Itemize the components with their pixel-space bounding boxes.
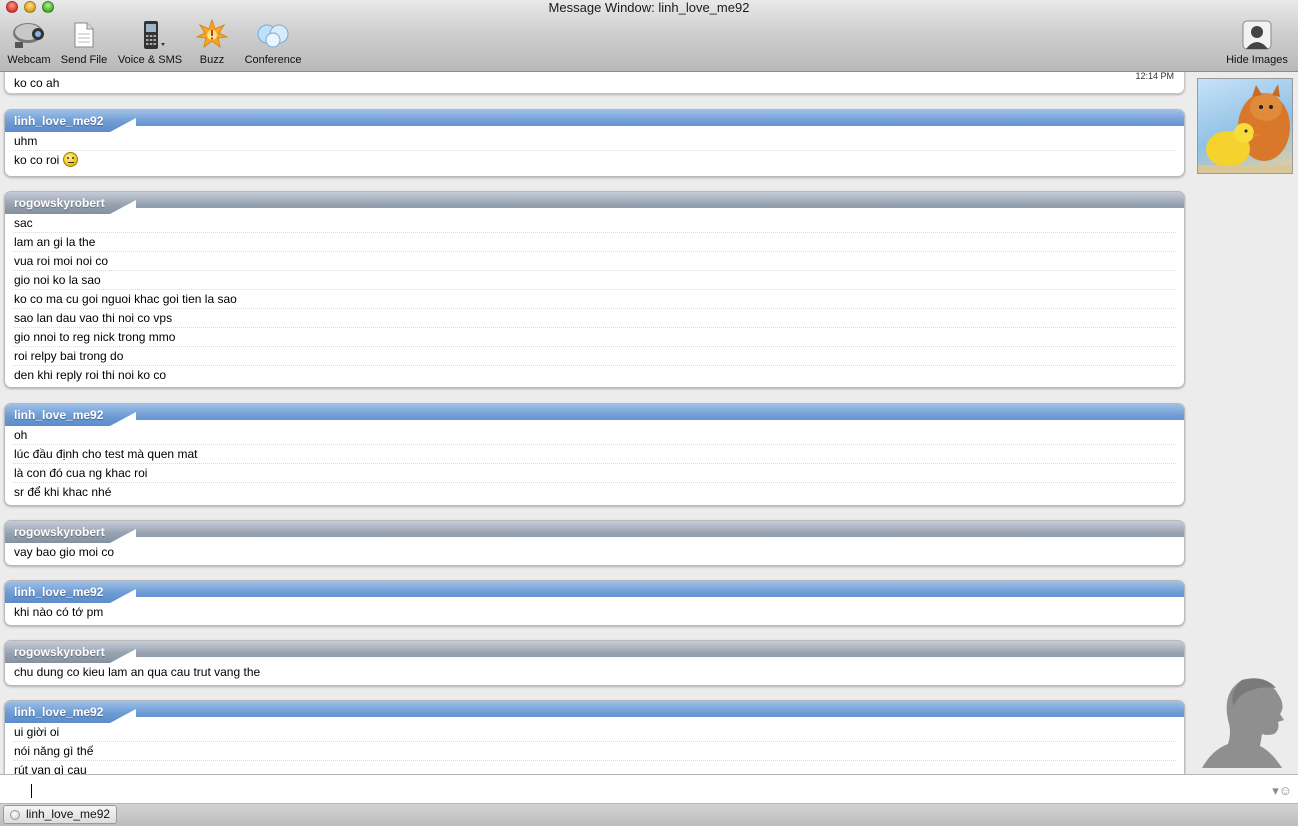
message-block: linh_love_me92 khi nào có tớ pm — [4, 580, 1185, 626]
text-caret — [31, 784, 32, 798]
message-line: sac — [13, 214, 1176, 233]
message-line: ko co ma cu goi nguoi khac goi tien la s… — [13, 290, 1176, 309]
message-block: linh_love_me92 uhm ko co roi — [4, 109, 1185, 177]
my-display-image[interactable] — [1202, 672, 1292, 768]
webcam-button[interactable]: Webcam — [5, 18, 53, 66]
sender-name: linh_love_me92 — [14, 408, 104, 422]
chat-transcript[interactable]: ko co ah 12:14 PM linh_love_me92 uhm ko … — [0, 72, 1192, 774]
message-block: linh_love_me92 oh lúc đầu định cho test … — [4, 403, 1185, 506]
buddy-display-image[interactable] — [1197, 78, 1293, 174]
voice-sms-button[interactable]: Voice & SMS — [116, 18, 184, 66]
status-icon — [10, 810, 20, 820]
message-line: ko co ah — [14, 76, 60, 90]
message-block: linh_love_me92 ui giời oi nói năng gì th… — [4, 700, 1185, 774]
webcam-icon — [5, 18, 53, 52]
send-file-icon — [59, 18, 109, 52]
conversation-tab-bar: linh_love_me92 — [0, 804, 1298, 826]
message-line: vua roi moi noi co — [13, 252, 1176, 271]
message-line: ko co roi — [13, 151, 1176, 170]
message-line: rút van gì cau — [14, 763, 87, 774]
message-line: gio noi ko la sao — [13, 271, 1176, 290]
message-line: roi relpy bai trong do — [13, 347, 1176, 366]
message-line: lam an gi la the — [13, 233, 1176, 252]
sender-name: linh_love_me92 — [14, 585, 104, 599]
sender-name: rogowskyrobert — [14, 196, 105, 210]
message-line: khi nào có tớ pm — [14, 605, 104, 619]
message-line: ui giời oi — [13, 723, 1176, 742]
window-title: Message Window: linh_love_me92 — [548, 0, 750, 15]
message-line: lúc đầu định cho test mà quen mat — [13, 445, 1176, 464]
message-line: den khi reply roi thi noi ko co — [14, 368, 167, 382]
message-block: rogowskyrobert sac lam an gi la the vua … — [4, 191, 1185, 388]
message-line: gio nnoi to reg nick trong mmo — [13, 328, 1176, 347]
message-line: sao lan dau vao thi noi co vps — [13, 309, 1176, 328]
display-images-pane — [1192, 72, 1298, 774]
toolbar: Message Window: linh_love_me92 Webcam Se… — [0, 0, 1298, 72]
conference-button[interactable]: Conference — [240, 18, 306, 66]
message-timestamp: 12:14 PM — [1135, 72, 1174, 81]
phone-icon — [116, 18, 184, 52]
message-line: sr để khi khac nhé — [14, 485, 112, 499]
sender-name: rogowskyrobert — [14, 645, 105, 659]
sender-name: linh_love_me92 — [14, 114, 104, 128]
user-icon — [1222, 18, 1292, 52]
sender-name: linh_love_me92 — [14, 705, 104, 719]
emoticon-picker-icon[interactable]: ▾☺ — [1272, 783, 1292, 799]
buzz-button[interactable]: Buzz — [194, 18, 230, 66]
conversation-tab[interactable]: linh_love_me92 — [3, 805, 118, 824]
message-line: uhm — [13, 132, 1176, 151]
frown-emoticon-icon — [63, 152, 79, 167]
conversation-tab-label: linh_love_me92 — [26, 807, 111, 821]
send-file-button[interactable]: Send File — [59, 18, 109, 66]
message-line: là con đó cua ng khac roi — [13, 464, 1176, 483]
buzz-icon — [194, 18, 230, 52]
sender-name: rogowskyrobert — [14, 525, 105, 539]
hide-images-button[interactable]: Hide Images — [1222, 18, 1292, 66]
message-block: rogowskyrobert chu dung co kieu lam an q… — [4, 640, 1185, 686]
message-line: chu dung co kieu lam an qua cau trut van… — [14, 665, 261, 679]
conference-icon — [240, 18, 306, 52]
message-card: ko co ah 12:14 PM — [4, 72, 1185, 94]
message-input-area[interactable]: ▾☺ — [0, 774, 1298, 804]
message-block: rogowskyrobert vay bao gio moi co — [4, 520, 1185, 566]
message-line: vay bao gio moi co — [14, 545, 115, 559]
message-line: oh — [13, 426, 1176, 445]
message-line: nói năng gì thế — [13, 742, 1176, 761]
